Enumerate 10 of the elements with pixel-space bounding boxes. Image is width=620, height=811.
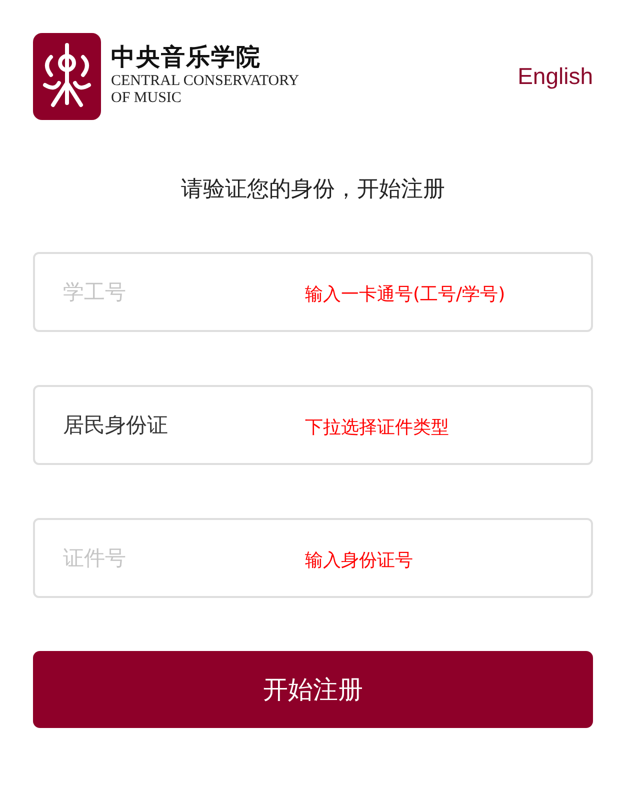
- annotation-text: 输入身份证号: [305, 549, 413, 572]
- annotation-text: 下拉选择证件类型: [305, 416, 449, 439]
- school-name: 中央音乐学院: [111, 41, 262, 73]
- logo-icon: [33, 33, 101, 120]
- page-heading: 请验证您的身份，开始注册: [180, 176, 446, 204]
- submit-button[interactable]: 开始注册: [33, 651, 593, 728]
- school-name-english: CENTRAL CONSERVATORY: [111, 73, 300, 90]
- school-name-english: OF MUSIC: [111, 90, 182, 107]
- language-link[interactable]: English: [518, 63, 593, 90]
- annotation-text: 输入一卡通号(工号/学号): [305, 283, 506, 306]
